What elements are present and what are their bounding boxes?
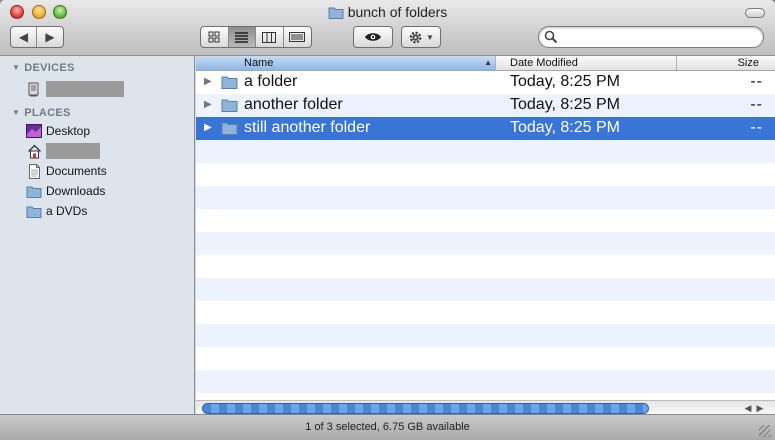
file-name: a folder <box>244 73 298 90</box>
disclosure-down-icon: ▼ <box>12 63 21 72</box>
coverflow-view-button[interactable] <box>284 27 311 47</box>
column-view-button[interactable] <box>256 27 284 47</box>
scrollbar-thumb[interactable] <box>202 403 649 414</box>
empty-row <box>196 232 775 255</box>
sidebar-devices-header[interactable]: ▼ DEVICES <box>12 62 75 74</box>
table-row-selected[interactable]: ▶ still another folder Today, 8:25 PM -- <box>196 117 775 140</box>
eye-icon <box>365 33 381 41</box>
forward-button[interactable]: ▶ <box>37 27 63 47</box>
file-rows: ▶ a folder Today, 8:25 PM -- ▶ another f… <box>196 71 775 400</box>
hard-drive-icon <box>26 81 42 97</box>
table-row[interactable]: ▶ a folder Today, 8:25 PM -- <box>196 71 775 94</box>
chevron-down-icon: ▼ <box>426 32 434 42</box>
file-size: -- <box>750 73 763 90</box>
empty-row <box>196 209 775 232</box>
gear-icon <box>409 31 422 43</box>
column-header-name[interactable]: Name ▲ <box>196 56 496 70</box>
sort-ascending-icon: ▲ <box>484 58 492 67</box>
sidebar-item-desktop[interactable]: Desktop <box>26 122 90 140</box>
disclosure-right-icon[interactable]: ▶ <box>204 122 212 133</box>
scroll-left-icon[interactable]: ◀ <box>742 402 754 414</box>
action-menu-control: ▼ <box>401 26 441 48</box>
file-date: Today, 8:25 PM <box>510 73 620 90</box>
quick-look-control <box>353 26 393 48</box>
file-list: Name ▲ Date Modified Size ▶ a folder Tod… <box>196 56 775 414</box>
list-view-button[interactable] <box>228 27 256 47</box>
desktop-icon <box>26 123 42 139</box>
disclosure-right-icon[interactable]: ▶ <box>204 76 212 87</box>
file-name: another folder <box>244 96 343 113</box>
table-row[interactable]: ▶ another folder Today, 8:25 PM -- <box>196 94 775 117</box>
redacted-home-name <box>46 143 100 159</box>
redacted-device-name <box>46 81 124 97</box>
empty-row <box>196 370 775 393</box>
sidebar-item-downloads[interactable]: Downloads <box>26 182 105 200</box>
folder-icon <box>328 6 344 22</box>
window-title: bunch of folders <box>0 4 775 22</box>
scroll-right-icon[interactable]: ▶ <box>754 402 766 414</box>
view-mode-control <box>200 26 312 48</box>
file-date: Today, 8:25 PM <box>510 96 620 113</box>
column-headers: Name ▲ Date Modified Size <box>196 56 775 71</box>
file-name: still another folder <box>244 119 371 136</box>
folder-icon <box>221 75 238 94</box>
home-icon <box>26 143 42 159</box>
empty-row <box>196 186 775 209</box>
status-bar: 1 of 3 selected, 6.75 GB available <box>0 414 775 440</box>
sidebar-item-home[interactable] <box>26 142 100 160</box>
search-input[interactable] <box>561 29 756 45</box>
sidebar-item-a-dvds[interactable]: a DVDs <box>26 202 87 220</box>
back-button[interactable]: ◀ <box>11 27 37 47</box>
file-size: -- <box>750 96 763 113</box>
empty-row <box>196 163 775 186</box>
column-header-size[interactable]: Size <box>677 56 775 70</box>
sidebar-places-header[interactable]: ▼ PLACES <box>12 107 71 119</box>
finder-window: bunch of folders ◀ ▶ ▼ ▼ DEVICES ▼ PLACE… <box>0 0 775 440</box>
search-icon <box>544 30 558 49</box>
search-field <box>538 26 764 48</box>
quick-look-button[interactable] <box>354 27 392 47</box>
empty-row <box>196 278 775 301</box>
disclosure-right-icon[interactable]: ▶ <box>204 99 212 110</box>
empty-row <box>196 324 775 347</box>
empty-row <box>196 301 775 324</box>
folder-icon <box>26 203 42 219</box>
icon-view-button[interactable] <box>201 27 229 47</box>
document-icon <box>26 163 42 179</box>
column-header-date[interactable]: Date Modified <box>496 56 677 70</box>
status-text: 1 of 3 selected, 6.75 GB available <box>305 421 470 433</box>
column-view-icon <box>262 31 277 43</box>
toolbar-toggle-button[interactable] <box>745 8 765 18</box>
back-forward-control: ◀ ▶ <box>10 26 64 48</box>
empty-row <box>196 140 775 163</box>
empty-row <box>196 393 775 400</box>
file-date: Today, 8:25 PM <box>510 119 620 136</box>
horizontal-scrollbar[interactable]: ◀ ▶ <box>196 400 775 414</box>
empty-row <box>196 347 775 370</box>
sidebar-item-documents[interactable]: Documents <box>26 162 107 180</box>
file-size: -- <box>750 119 763 136</box>
empty-row <box>196 255 775 278</box>
resize-grip-icon[interactable] <box>759 425 771 437</box>
title-toolbar: bunch of folders ◀ ▶ ▼ <box>0 0 775 56</box>
disclosure-down-icon: ▼ <box>12 108 21 117</box>
coverflow-view-icon <box>289 32 306 42</box>
list-view-icon <box>235 31 249 43</box>
action-menu-button[interactable]: ▼ <box>402 27 440 47</box>
folder-icon <box>26 183 42 199</box>
folder-icon <box>221 98 238 117</box>
icon-view-icon <box>208 31 220 43</box>
sidebar-item-device[interactable] <box>26 80 124 98</box>
folder-icon <box>221 121 238 140</box>
sidebar: ▼ DEVICES ▼ PLACES Desktop Documents Dow… <box>0 56 195 414</box>
